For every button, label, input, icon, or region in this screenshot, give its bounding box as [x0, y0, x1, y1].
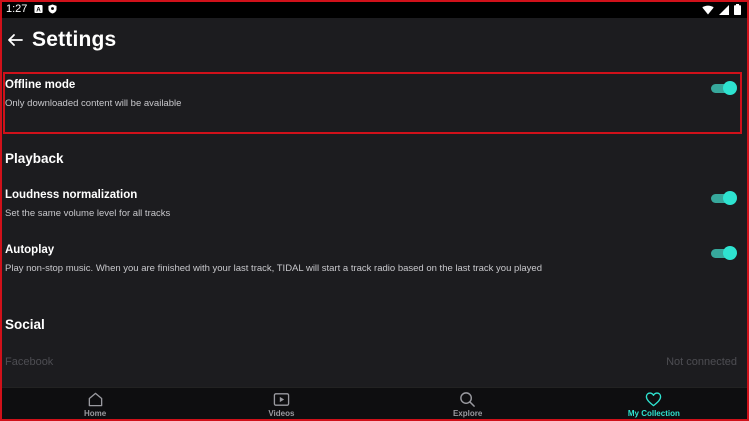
autoplay-subtitle: Play non-stop music. When you are finish…	[5, 263, 542, 274]
nav-explore[interactable]: Explore	[375, 388, 561, 419]
shield-icon	[48, 4, 57, 14]
nav-videos[interactable]: Videos	[188, 388, 374, 419]
facebook-label[interactable]: Facebook	[5, 356, 53, 368]
offline-mode-title: Offline mode	[5, 79, 76, 91]
letter-a-icon: A	[34, 4, 43, 14]
facebook-status: Not connected	[666, 356, 737, 368]
arrow-left-icon[interactable]	[6, 31, 24, 49]
offline-mode-row[interactable]: Offline mode Only downloaded content wil…	[2, 74, 747, 132]
loudness-normalization-row[interactable]: Loudness normalization Set the same volu…	[2, 184, 747, 224]
autoplay-toggle[interactable]	[711, 246, 737, 260]
search-icon	[460, 392, 475, 407]
home-icon	[88, 392, 102, 407]
nav-home[interactable]: Home	[2, 388, 188, 419]
header: Settings	[2, 18, 747, 66]
nav-explore-label: Explore	[452, 409, 483, 418]
page-title: Settings	[32, 28, 117, 51]
signal-icon	[719, 4, 729, 15]
loudness-normalization-subtitle: Set the same volume level for all tracks	[5, 208, 171, 219]
nav-home-label: Home	[84, 409, 107, 418]
loudness-normalization-toggle[interactable]	[711, 191, 737, 205]
status-bar: 1:27 A	[2, 2, 747, 18]
wifi-icon	[702, 5, 714, 14]
heart-icon	[646, 392, 662, 407]
battery-icon	[734, 4, 741, 15]
autoplay-row[interactable]: Autoplay Play non-stop music. When you a…	[2, 239, 747, 279]
toggle-knob	[723, 81, 737, 95]
playback-section-title: Playback	[5, 151, 64, 166]
nav-my-collection-label: My Collection	[627, 409, 680, 418]
nav-my-collection[interactable]: My Collection	[561, 388, 747, 419]
toggle-knob	[723, 246, 737, 260]
offline-mode-toggle[interactable]	[711, 81, 737, 95]
offline-mode-subtitle: Only downloaded content will be availabl…	[5, 98, 182, 109]
svg-text:A: A	[36, 7, 41, 14]
autoplay-title: Autoplay	[5, 244, 55, 256]
social-section-title: Social	[5, 317, 45, 332]
loudness-normalization-title: Loudness normalization	[5, 189, 138, 201]
bottom-nav: Home Videos Explore My Collection	[2, 387, 747, 419]
video-icon	[273, 393, 290, 406]
toggle-knob	[723, 191, 737, 205]
app-frame: 1:27 A Settings Offline mode Only downlo…	[0, 0, 749, 421]
status-time: 1:27	[6, 3, 28, 15]
nav-videos-label: Videos	[268, 409, 295, 418]
